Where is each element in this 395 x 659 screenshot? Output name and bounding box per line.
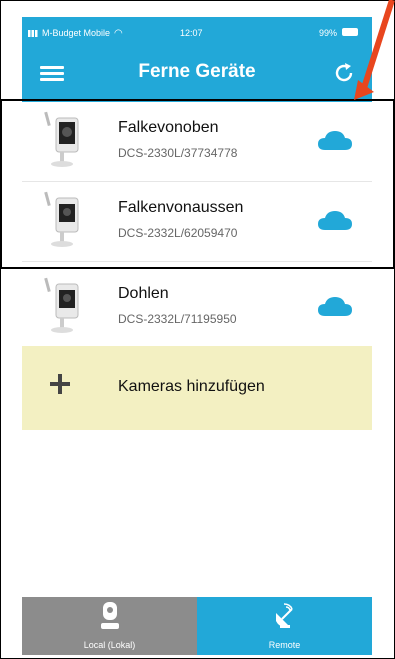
add-camera-button[interactable]: Kameras hinzufügen [22,346,372,430]
device-row-3[interactable]: Dohlen DCS-2332L/71195950 [22,268,372,348]
wifi-icon: ◠ [114,28,123,39]
tab-remote-label: Remote [268,640,301,650]
camera-icon [44,277,79,333]
device-name: Dohlen [118,285,169,302]
tab-local-label: Local (Lokal) [83,640,136,650]
carrier-label: M-Budget Mobile ◠ [28,28,123,39]
highlight-box [0,99,395,269]
status-time: 12:07 [180,28,203,38]
satellite-dish-icon [275,603,293,628]
annotation-arrow [354,0,395,100]
page-title: Ferne Geräte [138,61,256,82]
tab-local[interactable]: Local (Lokal) [22,597,197,655]
status-bar: M-Budget Mobile ◠ 12:07 99% [22,17,372,43]
tab-bar: Local (Lokal) Remote [22,597,372,655]
app-header: M-Budget Mobile ◠ 12:07 99% Ferne Geräte [22,17,372,102]
battery-percent: 99% [319,28,338,38]
carrier-name: M-Budget Mobile [42,28,111,38]
device-serial: DCS-2332L/71195950 [118,312,237,326]
plus-icon [50,374,70,394]
cloud-icon [318,297,352,316]
local-camera-icon [100,602,119,629]
signal-icon [28,30,40,38]
add-camera-label: Kameras hinzufügen [118,378,265,395]
tab-remote[interactable]: Remote [197,597,372,655]
